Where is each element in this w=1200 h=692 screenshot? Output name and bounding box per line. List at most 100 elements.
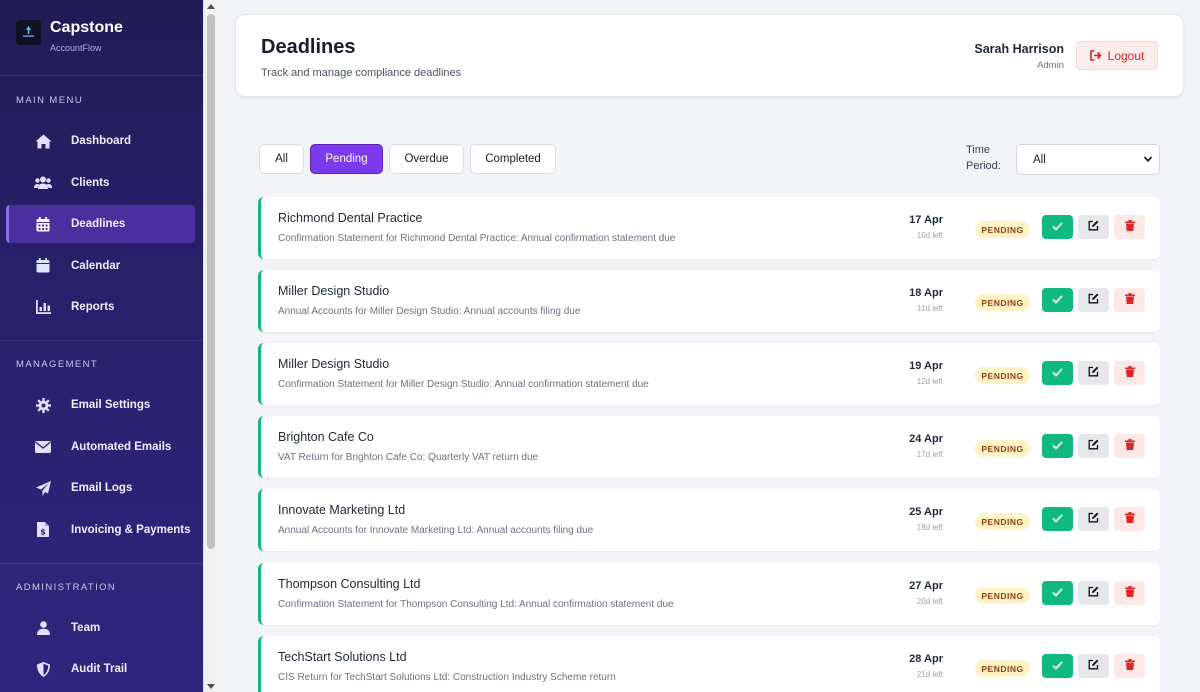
edit-button[interactable] bbox=[1078, 507, 1109, 531]
page-subtitle: Track and manage compliance deadlines bbox=[261, 67, 462, 79]
mark-complete-button[interactable] bbox=[1042, 361, 1073, 385]
section-label-main-menu: MAIN MENU bbox=[16, 95, 83, 106]
sidebar-item-label: Audit Trail bbox=[71, 663, 128, 675]
deadline-date: 24 Apr bbox=[909, 433, 943, 445]
edit-button[interactable] bbox=[1078, 361, 1109, 385]
sign-out-icon bbox=[1089, 50, 1102, 61]
delete-button[interactable] bbox=[1114, 361, 1145, 385]
gear-icon bbox=[34, 396, 52, 414]
delete-button[interactable] bbox=[1114, 507, 1145, 531]
user-role: Admin bbox=[1037, 60, 1064, 71]
sidebar-item-email-logs[interactable]: Email Logs bbox=[6, 469, 195, 507]
deadline-row[interactable]: Innovate Marketing Ltd Annual Accounts f… bbox=[258, 489, 1160, 551]
sidebar-item-deadlines[interactable]: Deadlines bbox=[6, 205, 195, 243]
shield-icon bbox=[34, 660, 52, 678]
section-label-management: MANAGEMENT bbox=[16, 359, 99, 370]
edit-icon bbox=[1088, 657, 1099, 675]
page-header: Deadlines Track and manage compliance de… bbox=[235, 14, 1184, 97]
deadline-days-left: 17d left bbox=[916, 450, 943, 459]
envelope-icon bbox=[34, 438, 52, 456]
filter-pending-button[interactable]: Pending bbox=[310, 144, 383, 174]
deadline-row[interactable]: Richmond Dental Practice Confirmation St… bbox=[258, 197, 1160, 259]
deadline-days-left: 10d left bbox=[916, 231, 943, 240]
status-badge: PENDING bbox=[975, 221, 1030, 238]
deadline-date: 27 Apr bbox=[909, 580, 943, 592]
delete-button[interactable] bbox=[1114, 215, 1145, 239]
svg-text:$: $ bbox=[40, 528, 46, 537]
sidebar-scrollbar[interactable] bbox=[203, 0, 217, 692]
edit-button[interactable] bbox=[1078, 288, 1109, 312]
chart-bar-icon bbox=[34, 298, 52, 316]
trash-icon bbox=[1124, 437, 1135, 455]
check-icon bbox=[1052, 291, 1063, 309]
deadline-row[interactable]: Miller Design Studio Confirmation Statem… bbox=[258, 343, 1160, 405]
check-icon bbox=[1052, 657, 1063, 675]
mark-complete-button[interactable] bbox=[1042, 507, 1073, 531]
scrollbar-thumb[interactable] bbox=[207, 14, 215, 549]
sidebar: Capstone AccountFlow MAIN MENU Dashboard… bbox=[0, 0, 203, 692]
check-icon bbox=[1052, 364, 1063, 382]
delete-button[interactable] bbox=[1114, 654, 1145, 678]
edit-button[interactable] bbox=[1078, 581, 1109, 605]
logout-button[interactable]: Logout bbox=[1076, 41, 1158, 70]
sidebar-item-automated-emails[interactable]: Automated Emails bbox=[6, 428, 195, 466]
sidebar-item-label: Invoicing & Payments bbox=[71, 523, 191, 536]
mark-complete-button[interactable] bbox=[1042, 434, 1073, 458]
deadline-client: Brighton Cafe Co bbox=[278, 430, 374, 444]
deadline-row[interactable]: Thompson Consulting Ltd Confirmation Sta… bbox=[258, 563, 1160, 625]
sidebar-item-reports[interactable]: Reports bbox=[6, 288, 195, 326]
sidebar-item-label: Email Logs bbox=[71, 482, 133, 494]
deadline-days-left: 20d left bbox=[916, 597, 943, 606]
sidebar-item-label: Clients bbox=[71, 176, 110, 189]
status-badge: PENDING bbox=[975, 587, 1030, 604]
sidebar-item-audit-trail[interactable]: Audit Trail bbox=[6, 650, 195, 688]
check-icon bbox=[1052, 584, 1063, 602]
section-label-administration: ADMINISTRATION bbox=[16, 581, 117, 593]
logout-label: Logout bbox=[1107, 48, 1145, 63]
calendar-grid-icon bbox=[34, 215, 52, 233]
capstone-logo-icon bbox=[16, 20, 41, 45]
sidebar-item-dashboard[interactable]: Dashboard bbox=[6, 122, 195, 160]
sidebar-item-invoicing-payments[interactable]: $ Invoicing & Payments bbox=[6, 511, 195, 549]
scroll-down-arrow-icon[interactable] bbox=[207, 684, 215, 689]
deadline-description: Annual Accounts for Miller Design Studio… bbox=[278, 306, 581, 317]
brand[interactable]: Capstone AccountFlow bbox=[0, 0, 203, 76]
delete-button[interactable] bbox=[1114, 581, 1145, 605]
delete-button[interactable] bbox=[1114, 288, 1145, 312]
edit-button[interactable] bbox=[1078, 215, 1109, 239]
edit-button[interactable] bbox=[1078, 434, 1109, 458]
mark-complete-button[interactable] bbox=[1042, 654, 1073, 678]
time-period-value: All bbox=[1033, 153, 1046, 166]
check-icon bbox=[1052, 218, 1063, 236]
scroll-up-arrow-icon[interactable] bbox=[207, 4, 215, 9]
edit-icon bbox=[1088, 437, 1099, 455]
deadline-description: Confirmation Statement for Miller Design… bbox=[278, 379, 649, 390]
sidebar-item-label: Calendar bbox=[71, 259, 121, 272]
deadline-days-left: 21d left bbox=[916, 670, 943, 679]
mark-complete-button[interactable] bbox=[1042, 581, 1073, 605]
deadline-row[interactable]: TechStart Solutions Ltd CIS Return for T… bbox=[258, 636, 1160, 692]
filter-overdue-button[interactable]: Overdue bbox=[389, 144, 464, 174]
trash-icon bbox=[1124, 364, 1135, 382]
delete-button[interactable] bbox=[1114, 434, 1145, 458]
deadline-row[interactable]: Miller Design Studio Annual Accounts for… bbox=[258, 270, 1160, 332]
deadline-client: Miller Design Studio bbox=[278, 357, 390, 371]
sidebar-item-calendar[interactable]: Calendar bbox=[6, 247, 195, 285]
time-period-select[interactable]: All bbox=[1016, 144, 1160, 175]
sidebar-item-team[interactable]: Team bbox=[6, 609, 195, 647]
deadline-client: Innovate Marketing Ltd bbox=[278, 503, 406, 517]
mark-complete-button[interactable] bbox=[1042, 215, 1073, 239]
deadline-description: Annual Accounts for Innovate Marketing L… bbox=[278, 525, 594, 536]
sidebar-divider bbox=[0, 562, 203, 564]
brand-name: Capstone bbox=[50, 18, 123, 36]
sidebar-item-email-settings[interactable]: Email Settings bbox=[6, 386, 195, 424]
deadline-row[interactable]: Brighton Cafe Co VAT Return for Brighton… bbox=[258, 416, 1160, 478]
sidebar-item-clients[interactable]: Clients bbox=[6, 164, 195, 202]
sidebar-item-label: Dashboard bbox=[71, 135, 132, 147]
edit-button[interactable] bbox=[1078, 654, 1109, 678]
filter-completed-button[interactable]: Completed bbox=[470, 144, 556, 174]
deadline-date: 18 Apr bbox=[909, 287, 943, 299]
filter-all-button[interactable]: All bbox=[259, 144, 304, 174]
mark-complete-button[interactable] bbox=[1042, 288, 1073, 312]
page-title: Deadlines bbox=[261, 36, 356, 58]
